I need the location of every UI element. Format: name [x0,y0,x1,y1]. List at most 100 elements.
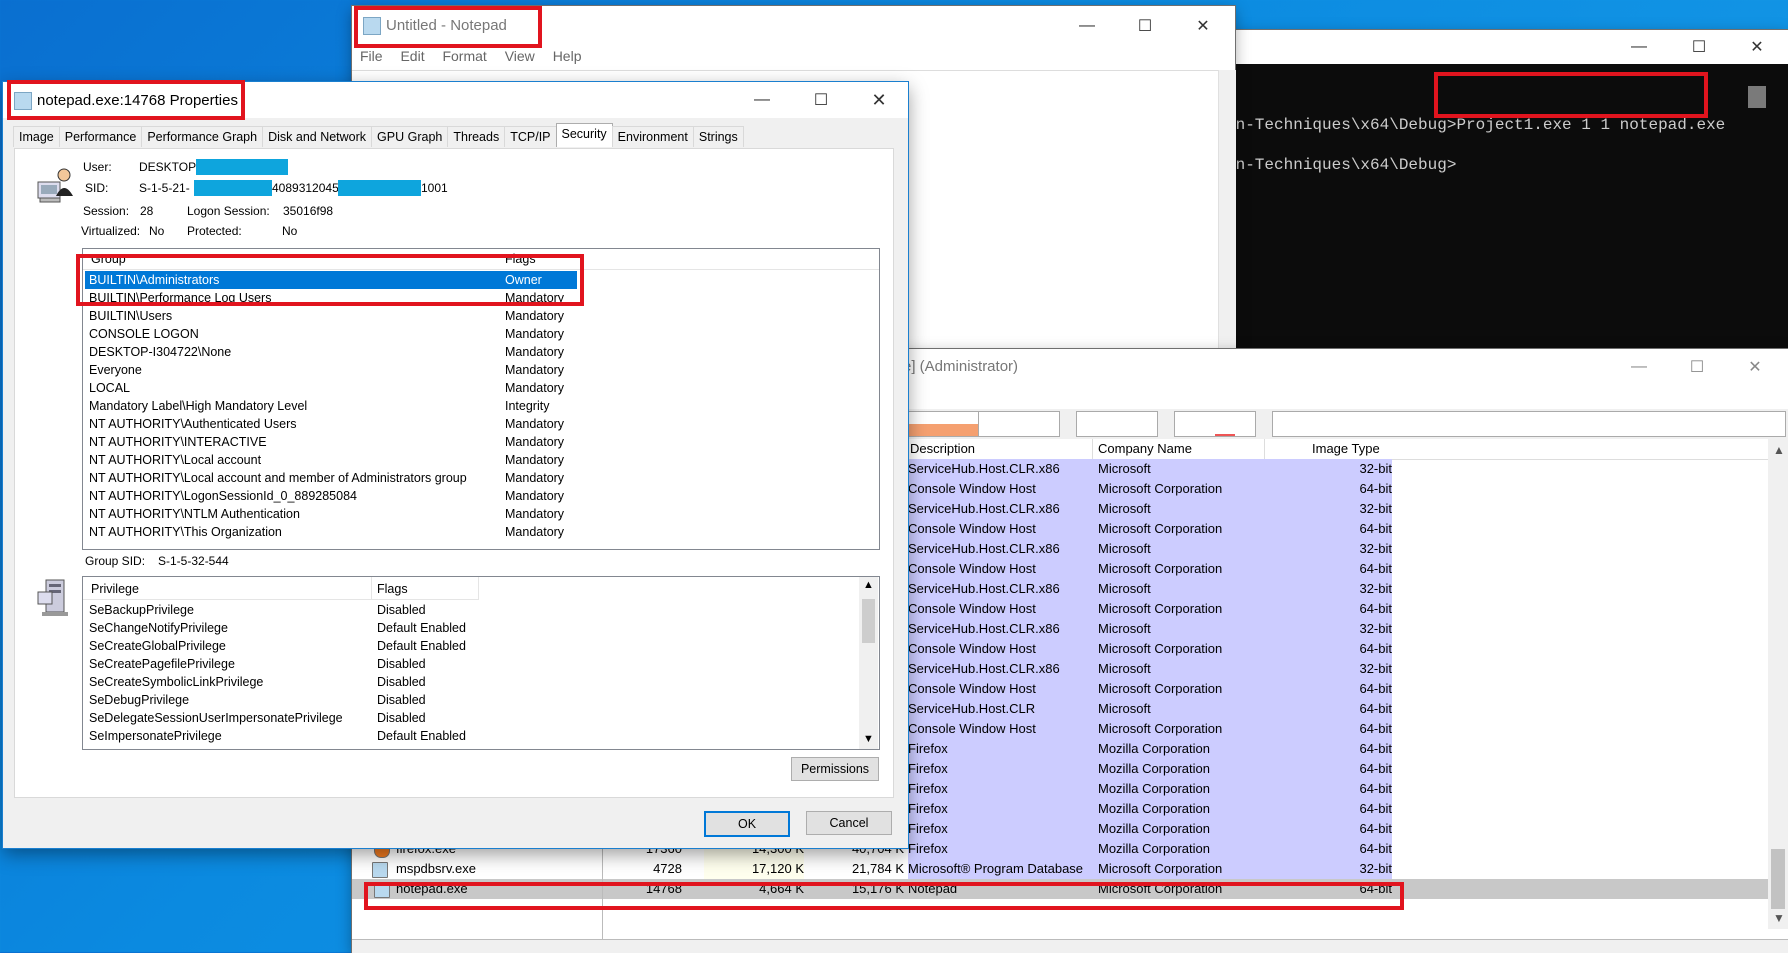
close-icon[interactable]: ✕ [850,84,908,116]
group-name: NT AUTHORITY\INTERACTIVE [89,435,267,449]
tab-gpu-graph[interactable]: GPU Graph [371,126,449,147]
menu-file[interactable]: File [360,48,383,64]
notepad-icon [363,17,381,35]
group-row[interactable]: LOCAL Mandatory [85,379,845,397]
group-row[interactable]: NT AUTHORITY\Local account Mandatory [85,451,845,469]
protected-value: No [282,224,298,238]
privilege-row[interactable]: SeCreateSymbolicLinkPrivilege Disabled [85,673,845,691]
ok-button[interactable]: OK [704,811,790,837]
col-image-type[interactable]: Image Type [1312,441,1380,456]
group-flag: Mandatory [505,489,565,503]
group-flag: Mandatory [505,381,565,395]
row-image-type: 64-bit [1276,819,1392,839]
group-row[interactable]: DESKTOP-I304722\None Mandatory [85,343,845,361]
privilege-row[interactable]: SeCreateGlobalPrivilege Default Enabled [85,637,845,655]
notepad-titlebar[interactable]: Untitled - Notepad — ☐ ✕ [352,6,1235,44]
group-row[interactable]: NT AUTHORITY\NTLM Authentication Mandator… [85,505,845,523]
col-description[interactable]: Description [910,441,975,456]
group-sid-value: S-1-5-32-544 [158,554,229,568]
group-flag: Mandatory [505,435,565,449]
group-row[interactable]: CONSOLE LOGON Mandatory [85,325,845,343]
privilege-row[interactable]: SeCreatePagefilePrivilege Disabled [85,655,845,673]
row-image-type: 64-bit [1276,779,1392,799]
io-graph[interactable] [1076,411,1158,437]
privileges-list[interactable]: Privilege Flags SeBackupPrivilege Disable… [82,576,880,750]
tab-disk-and-network[interactable]: Disk and Network [262,126,373,147]
privilege-row[interactable]: SeDebugPrivilege Disabled [85,691,845,709]
maximize-icon[interactable]: ☐ [792,84,850,116]
menu-format[interactable]: Format [442,48,486,64]
group-name: CONSOLE LOGON [89,327,199,341]
group-row[interactable]: NT AUTHORITY\INTERACTIVE Mandatory [85,433,845,451]
row-company: Mozilla Corporation [1094,739,1280,759]
group-row[interactable]: NT AUTHORITY\This Organization Mandatory [85,523,845,541]
tab-performance-graph[interactable]: Performance Graph [141,126,264,147]
row-private-bytes: 17,120 K [704,859,804,879]
minimize-icon[interactable]: — [1610,351,1668,383]
group-flag: Integrity [505,399,550,413]
procexp-scrollbar[interactable]: ▲ ▼ [1768,439,1788,929]
group-row[interactable]: NT AUTHORITY\LogonSessionId_0_889285084 M… [85,487,845,505]
group-row[interactable]: Mandatory Label\High Mandatory Level Inte… [85,397,845,415]
privilege-row[interactable]: SeChangeNotifyPrivilege Default Enabled [85,619,845,637]
close-icon[interactable]: ✕ [1728,31,1786,63]
process-row[interactable]: mspdbsrv.exe 4728 17,120 K 21,784 K Microsof… [352,859,1768,879]
group-row[interactable]: Everyone Mandatory [85,361,845,379]
privilege-row[interactable]: SeBackupPrivilege Disabled [85,601,845,619]
tab-environment[interactable]: Environment [611,126,694,147]
disk-graph[interactable] [1272,411,1786,437]
group-flag: Mandatory [505,345,565,359]
privileges-scrollbar[interactable]: ▲ ▼ [859,577,878,749]
groups-list[interactable]: Group Flags BUILTIN\Administrators Owner B… [82,248,880,550]
privilege-row[interactable]: SeImpersonatePrivilege Default Enabled [85,727,845,745]
minimize-icon[interactable]: — [1610,31,1668,63]
network-graph[interactable] [1174,411,1256,437]
group-row[interactable]: BUILTIN\Administrators Owner [85,271,577,289]
tab-tcpip[interactable]: TCP/IP [504,126,557,147]
group-row[interactable]: NT AUTHORITY\Local account and member of… [85,469,845,487]
maximize-icon[interactable]: ☐ [1670,31,1728,63]
process-row[interactable]: notepad.exe 14768 4,664 K 15,176 K Notepad Mi… [352,879,1768,899]
tab-threads[interactable]: Threads [447,126,506,147]
minimize-icon[interactable]: — [733,84,791,116]
commit-graph[interactable] [978,411,1060,437]
privilege-name: SeCreatePagefilePrivilege [89,657,235,671]
group-sid-label: Group SID: [85,554,146,568]
privileges-scroll-thumb[interactable] [862,599,875,643]
privilege-row[interactable]: SeDelegateSessionUserImpersonatePrivileg… [85,709,845,727]
row-description: Console Window Host [908,479,1098,499]
permissions-button[interactable]: Permissions [791,757,879,781]
row-company: Mozilla Corporation [1094,799,1280,819]
group-row[interactable]: NT AUTHORITY\Authenticated Users Mandator… [85,415,845,433]
lower-pane-divider[interactable] [352,939,1788,953]
tab-image[interactable]: Image [13,126,60,147]
close-icon[interactable]: ✕ [1174,10,1232,42]
close-icon[interactable]: ✕ [1726,351,1784,383]
group-name: BUILTIN\Users [89,309,173,323]
group-row[interactable]: BUILTIN\Users Mandatory [85,307,845,325]
row-company: Microsoft [1094,619,1280,639]
tab-security[interactable]: Security [555,123,613,147]
row-company: Mozilla Corporation [1094,759,1280,779]
properties-titlebar[interactable]: notepad.exe:14768 Properties — ☐ ✕ [3,82,908,118]
row-private-bytes: 4,664 K [759,881,804,896]
maximize-icon[interactable]: ☐ [1668,351,1726,383]
row-image-type: 64-bit [1276,639,1392,659]
col-company[interactable]: Company Name [1098,441,1192,456]
chevron-down-icon[interactable]: ▼ [863,733,874,745]
procexp-title: e] (Administrator) [903,358,1019,375]
minimize-icon[interactable]: — [1058,10,1116,42]
console-scroll-thumb[interactable] [1748,86,1766,108]
chevron-up-icon[interactable]: ▲ [863,579,874,591]
notepad-scrollbar[interactable] [1218,70,1236,348]
properties-tabs: Image Performance Performance Graph Disk… [13,123,744,148]
menu-edit[interactable]: Edit [400,48,424,64]
cancel-button[interactable]: Cancel [806,811,892,835]
tab-strings[interactable]: Strings [692,126,744,147]
maximize-icon[interactable]: ☐ [1116,10,1174,42]
menu-help[interactable]: Help [553,48,582,64]
procexp-scroll-thumb[interactable] [1771,849,1785,909]
tab-performance[interactable]: Performance [58,126,143,147]
menu-view[interactable]: View [505,48,535,64]
group-row[interactable]: BUILTIN\Performance Log Users Mandatory [85,289,845,307]
